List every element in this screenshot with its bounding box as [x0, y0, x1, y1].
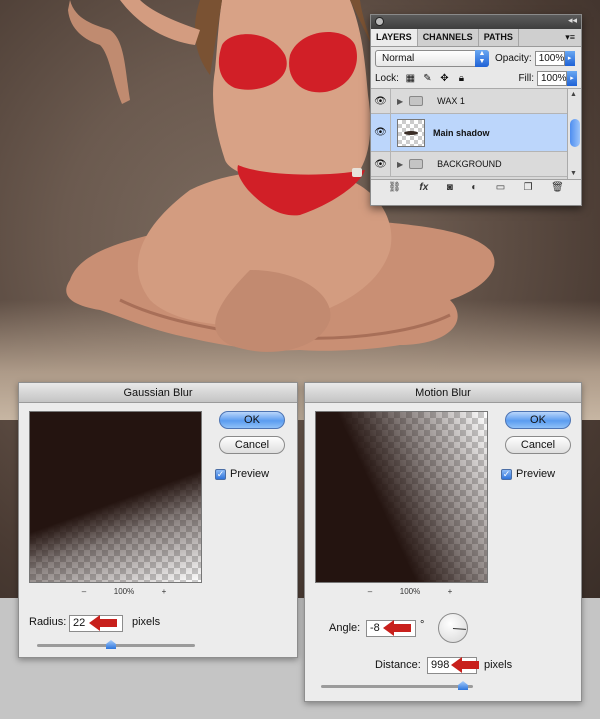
- gaussian-blur-dialog: Gaussian Blur OK Cancel ✓ Preview – 100%…: [18, 382, 298, 658]
- layer-name: Main shadow: [433, 127, 490, 138]
- mask-icon[interactable]: ◙: [447, 182, 453, 193]
- fill-label: Fill:: [518, 73, 534, 84]
- lock-row: Lock: ▦ ✎ ✥ 🔒︎ Fill: 100% ▸: [371, 69, 581, 89]
- ok-button[interactable]: OK: [219, 411, 285, 429]
- blend-mode-value: Normal: [382, 52, 415, 64]
- scroll-up-icon[interactable]: ▲: [570, 91, 577, 98]
- cancel-button[interactable]: Cancel: [505, 436, 571, 454]
- collapse-icon[interactable]: ◂◂: [568, 15, 577, 26]
- lock-transparency-icon[interactable]: ▦: [405, 73, 416, 84]
- eye-icon[interactable]: 👁︎: [371, 114, 391, 151]
- highlight-arrow-icon: [89, 615, 117, 631]
- opacity-input[interactable]: 100%: [534, 50, 565, 66]
- layer-scrollbar[interactable]: ▲ ▼: [567, 89, 581, 179]
- slider-knob[interactable]: [106, 640, 116, 649]
- radius-slider[interactable]: [37, 640, 195, 649]
- panel-titlebar: ◂◂: [371, 15, 581, 29]
- fill-dropdown-icon[interactable]: ▸: [567, 71, 577, 86]
- expand-triangle-icon[interactable]: ▶: [397, 160, 403, 169]
- distance-slider[interactable]: [321, 681, 473, 690]
- folder-icon: [409, 159, 424, 169]
- tab-paths[interactable]: PATHS: [479, 28, 519, 46]
- expand-triangle-icon[interactable]: ▶: [397, 97, 403, 106]
- eye-icon[interactable]: 👁︎: [371, 89, 391, 113]
- blend-mode-select[interactable]: Normal ▲ ▼: [375, 49, 489, 67]
- layer-row-background[interactable]: 👁︎ ▶ BACKGROUND: [371, 152, 567, 177]
- tab-layers[interactable]: LAYERS: [371, 28, 418, 46]
- lock-label: Lock:: [375, 73, 399, 84]
- folder-icon[interactable]: ▭: [496, 182, 505, 193]
- layer-name: WAX 1: [437, 96, 465, 106]
- radius-label: Radius:: [29, 616, 67, 628]
- distance-unit: pixels: [484, 659, 513, 671]
- angle-label: Angle:: [329, 622, 361, 634]
- highlight-arrow-icon: [451, 657, 479, 673]
- fx-icon[interactable]: fx: [419, 182, 428, 193]
- distance-label: Distance:: [375, 659, 421, 671]
- panel-menu-icon[interactable]: ▾≡: [565, 32, 581, 46]
- trash-icon[interactable]: 🗑︎: [551, 182, 564, 193]
- link-icon[interactable]: ⛓︎: [388, 182, 401, 193]
- preview-label: Preview: [516, 468, 556, 480]
- slider-knob[interactable]: [458, 681, 468, 690]
- close-icon[interactable]: [375, 17, 384, 26]
- zoom-controls: – 100% +: [355, 587, 465, 596]
- blend-row: Normal ▲ ▼ Opacity: 100% ▸: [371, 47, 581, 69]
- layer-thumbnail: [397, 118, 425, 147]
- zoom-in-button[interactable]: +: [149, 587, 179, 596]
- zoom-level: 100%: [113, 587, 135, 596]
- layers-panel: ◂◂ LAYERS CHANNELS PATHS ▾≡ Normal ▲ ▼ Op…: [370, 14, 582, 206]
- scroll-thumb[interactable]: [570, 119, 580, 147]
- zoom-out-button[interactable]: –: [69, 587, 99, 596]
- angle-dial[interactable]: [438, 613, 468, 643]
- preview-label: Preview: [230, 468, 270, 480]
- select-arrows-icon: ▲ ▼: [475, 49, 489, 67]
- zoom-level: 100%: [399, 587, 421, 596]
- zoom-controls: – 100% +: [69, 587, 179, 596]
- lock-all-icon[interactable]: 🔒︎: [456, 73, 467, 84]
- angle-unit: °: [420, 619, 425, 631]
- eye-icon[interactable]: 👁︎: [371, 152, 391, 176]
- new-layer-icon[interactable]: ❐: [524, 182, 533, 193]
- layer-row-main-shadow[interactable]: 👁︎ Main shadow: [371, 114, 567, 152]
- preview-checkbox[interactable]: ✓ Preview: [215, 468, 269, 480]
- lock-position-icon[interactable]: ✥: [439, 73, 450, 84]
- layer-name: BACKGROUND: [437, 159, 502, 169]
- layer-list: 👁︎ ▶ WAX 1 👁︎ Main shadow 👁︎ ▶ BACKGROUN…: [371, 89, 581, 179]
- ok-button[interactable]: OK: [505, 411, 571, 429]
- preview-image: [315, 411, 488, 583]
- panel-footer: ⛓︎ fx ◙ ◐ ▭ ❐ 🗑︎: [371, 179, 581, 195]
- scroll-down-icon[interactable]: ▼: [570, 170, 577, 177]
- checkmark-icon: ✓: [215, 468, 226, 480]
- layer-row-wax1[interactable]: 👁︎ ▶ WAX 1: [371, 89, 567, 114]
- tab-channels[interactable]: CHANNELS: [418, 28, 479, 46]
- lock-pixels-icon[interactable]: ✎: [422, 73, 433, 84]
- radius-unit: pixels: [132, 616, 161, 628]
- adjustment-icon[interactable]: ◐: [471, 182, 477, 193]
- zoom-in-button[interactable]: +: [435, 587, 465, 596]
- folder-icon: [409, 96, 424, 106]
- fill-input[interactable]: 100%: [537, 71, 567, 86]
- dialog-title: Gaussian Blur: [19, 383, 297, 403]
- preview-image: [29, 411, 202, 583]
- checkmark-icon: ✓: [501, 468, 512, 480]
- panel-tabs: LAYERS CHANNELS PATHS ▾≡: [371, 28, 581, 47]
- opacity-dropdown-icon[interactable]: ▸: [564, 50, 575, 66]
- highlight-arrow-icon: [383, 620, 411, 636]
- dialog-title: Motion Blur: [305, 383, 581, 403]
- motion-blur-dialog: Motion Blur OK Cancel ✓ Preview – 100% +…: [304, 382, 582, 702]
- zoom-out-button[interactable]: –: [355, 587, 385, 596]
- preview-checkbox[interactable]: ✓ Preview: [501, 468, 555, 480]
- opacity-label: Opacity:: [495, 52, 532, 64]
- cancel-button[interactable]: Cancel: [219, 436, 285, 454]
